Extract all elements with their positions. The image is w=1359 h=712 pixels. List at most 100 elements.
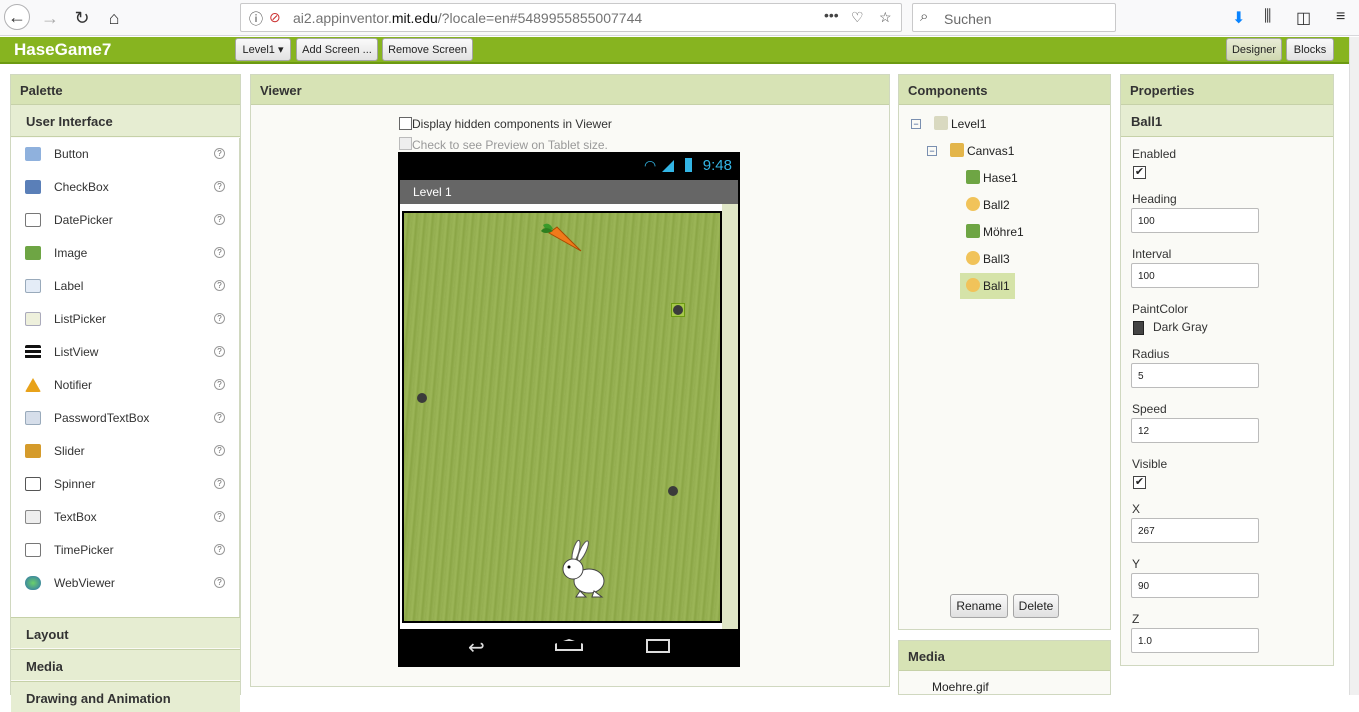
help-icon[interactable]: ? <box>214 412 225 423</box>
download-icon[interactable]: ⬇ <box>1232 8 1245 28</box>
canvas1[interactable] <box>402 211 722 623</box>
page-actions-icon[interactable]: ••• <box>824 7 839 23</box>
paintcolor-swatch[interactable] <box>1133 321 1144 335</box>
help-icon[interactable]: ? <box>214 544 225 555</box>
tree-item-ball1[interactable]: Ball1 <box>960 273 1015 299</box>
x-field[interactable]: 267 <box>1131 518 1259 543</box>
palette-item-webviewer[interactable]: WebViewer? <box>11 567 240 600</box>
collapse-canvas1-icon[interactable]: − <box>927 146 937 156</box>
tree-item-mohre1[interactable]: Möhre1 <box>966 224 1024 246</box>
ball-icon <box>966 197 980 211</box>
paintcolor-value[interactable]: Dark Gray <box>1153 320 1208 334</box>
palette-item-image[interactable]: Image? <box>11 237 240 270</box>
designer-button[interactable]: Designer <box>1226 38 1282 61</box>
palette-section-media[interactable]: Media <box>11 649 240 680</box>
y-label: Y <box>1132 557 1141 571</box>
bookmark-star-icon[interactable]: ☆ <box>879 9 892 26</box>
tree-item-level1[interactable]: Level1 <box>934 116 986 138</box>
palette-item-spinner[interactable]: Spinner? <box>11 468 240 501</box>
imagesprite-icon <box>966 170 980 184</box>
ball3-sprite[interactable] <box>417 393 427 403</box>
palette-item-textbox[interactable]: TextBox? <box>11 501 240 534</box>
y-field[interactable]: 90 <box>1131 573 1259 598</box>
ball-icon <box>966 278 980 292</box>
info-icon[interactable]: ⓘ <box>249 9 263 29</box>
pocket-icon[interactable]: ♡ <box>851 9 864 26</box>
screen-title-bar: Level 1 <box>400 180 738 204</box>
help-icon[interactable]: ? <box>214 313 225 324</box>
enabled-checkbox[interactable]: ✔ <box>1133 166 1146 179</box>
help-icon[interactable]: ? <box>214 379 225 390</box>
help-icon[interactable]: ? <box>214 445 225 456</box>
palette-item-checkbox[interactable]: CheckBox? <box>11 171 240 204</box>
label-icon <box>25 279 41 293</box>
help-icon[interactable]: ? <box>214 148 225 159</box>
rabbit-sprite[interactable] <box>556 539 608 601</box>
palette-item-slider[interactable]: Slider? <box>11 435 240 468</box>
forward-arrow-icon[interactable]: → <box>38 6 62 30</box>
home-icon[interactable]: ⌂ <box>102 6 126 30</box>
interval-field[interactable]: 100 <box>1131 263 1259 288</box>
help-icon[interactable]: ? <box>214 577 225 588</box>
tablet-preview-checkbox[interactable] <box>399 137 412 150</box>
sidebar-icon[interactable]: ◫ <box>1296 8 1311 28</box>
url-text: ai2.appinventor.mit.edu/?locale=en#54899… <box>293 10 643 26</box>
add-screen-button[interactable]: Add Screen ... <box>296 38 378 61</box>
palette-section-drawing-animation[interactable]: Drawing and Animation <box>11 681 240 712</box>
z-field[interactable]: 1.0 <box>1131 628 1259 653</box>
palette-section-user-interface[interactable]: User Interface <box>11 105 240 137</box>
help-icon[interactable]: ? <box>214 478 225 489</box>
screen-select-dropdown[interactable]: Level1 ▾ <box>235 38 291 61</box>
palette-item-passwordtextbox[interactable]: PasswordTextBox? <box>11 402 240 435</box>
palette-item-datepicker[interactable]: DatePicker? <box>11 204 240 237</box>
heading-field[interactable]: 100 <box>1131 208 1259 233</box>
palette-item-button[interactable]: Button? <box>11 138 240 171</box>
blocks-button[interactable]: Blocks <box>1286 38 1334 61</box>
library-icon[interactable]: ⫼ <box>1264 8 1271 26</box>
search-bar[interactable]: ⌕ Suchen <box>912 3 1116 32</box>
carrot-sprite[interactable] <box>539 221 587 257</box>
palette-item-listview[interactable]: ListView? <box>11 336 240 369</box>
collapse-level1-icon[interactable]: − <box>911 119 921 129</box>
palette-item-notifier[interactable]: Notifier? <box>11 369 240 402</box>
tree-item-ball3[interactable]: Ball3 <box>966 251 1010 273</box>
hamburger-menu-icon[interactable]: ≡ <box>1336 8 1345 26</box>
tree-item-ball2[interactable]: Ball2 <box>966 197 1010 219</box>
ball1-sprite[interactable] <box>673 305 683 315</box>
palette-item-timepicker[interactable]: TimePicker? <box>11 534 240 567</box>
browser-toolbar: ← → ↻ ⌂ ⓘ ⊘ ai2.appinventor.mit.edu/?loc… <box>0 0 1359 36</box>
speed-field[interactable]: 12 <box>1131 418 1259 443</box>
back-arrow-icon[interactable]: ← <box>4 4 30 30</box>
palette-item-label[interactable]: Label? <box>11 270 240 303</box>
media-file-item[interactable]: Moehre.gif <box>932 680 989 694</box>
visible-checkbox[interactable]: ✔ <box>1133 476 1146 489</box>
radius-field[interactable]: 5 <box>1131 363 1259 388</box>
rename-button[interactable]: Rename <box>950 594 1008 618</box>
palette-section-layout[interactable]: Layout <box>11 617 240 648</box>
delete-button[interactable]: Delete <box>1013 594 1059 618</box>
help-icon[interactable]: ? <box>214 280 225 291</box>
phone-status-bar: ◠ 9:48 <box>398 152 740 180</box>
url-bar[interactable]: ⓘ ⊘ ai2.appinventor.mit.edu/?locale=en#5… <box>240 3 902 32</box>
help-icon[interactable]: ? <box>214 181 225 192</box>
tablet-preview-label: Check to see Preview on Tablet size. <box>412 138 608 152</box>
display-hidden-checkbox[interactable] <box>399 117 412 130</box>
home-nav-icon <box>555 639 583 651</box>
display-hidden-label: Display hidden components in Viewer <box>412 117 612 131</box>
remove-screen-button[interactable]: Remove Screen <box>382 38 473 61</box>
screen-scroll-strip <box>722 204 738 629</box>
help-icon[interactable]: ? <box>214 511 225 522</box>
ball1-selection-box[interactable] <box>671 303 685 317</box>
insecure-lock-icon[interactable]: ⊘ <box>269 9 281 26</box>
tree-item-hase1[interactable]: Hase1 <box>966 170 1018 192</box>
search-icon: ⌕ <box>920 8 929 25</box>
page-scrollbar[interactable] <box>1349 37 1359 695</box>
help-icon[interactable]: ? <box>214 346 225 357</box>
tree-item-canvas1[interactable]: Canvas1 <box>950 143 1014 165</box>
reload-icon[interactable]: ↻ <box>70 6 94 30</box>
paintcolor-label: PaintColor <box>1132 302 1189 316</box>
help-icon[interactable]: ? <box>214 214 225 225</box>
palette-item-listpicker[interactable]: ListPicker? <box>11 303 240 336</box>
help-icon[interactable]: ? <box>214 247 225 258</box>
ball2-sprite[interactable] <box>668 486 678 496</box>
